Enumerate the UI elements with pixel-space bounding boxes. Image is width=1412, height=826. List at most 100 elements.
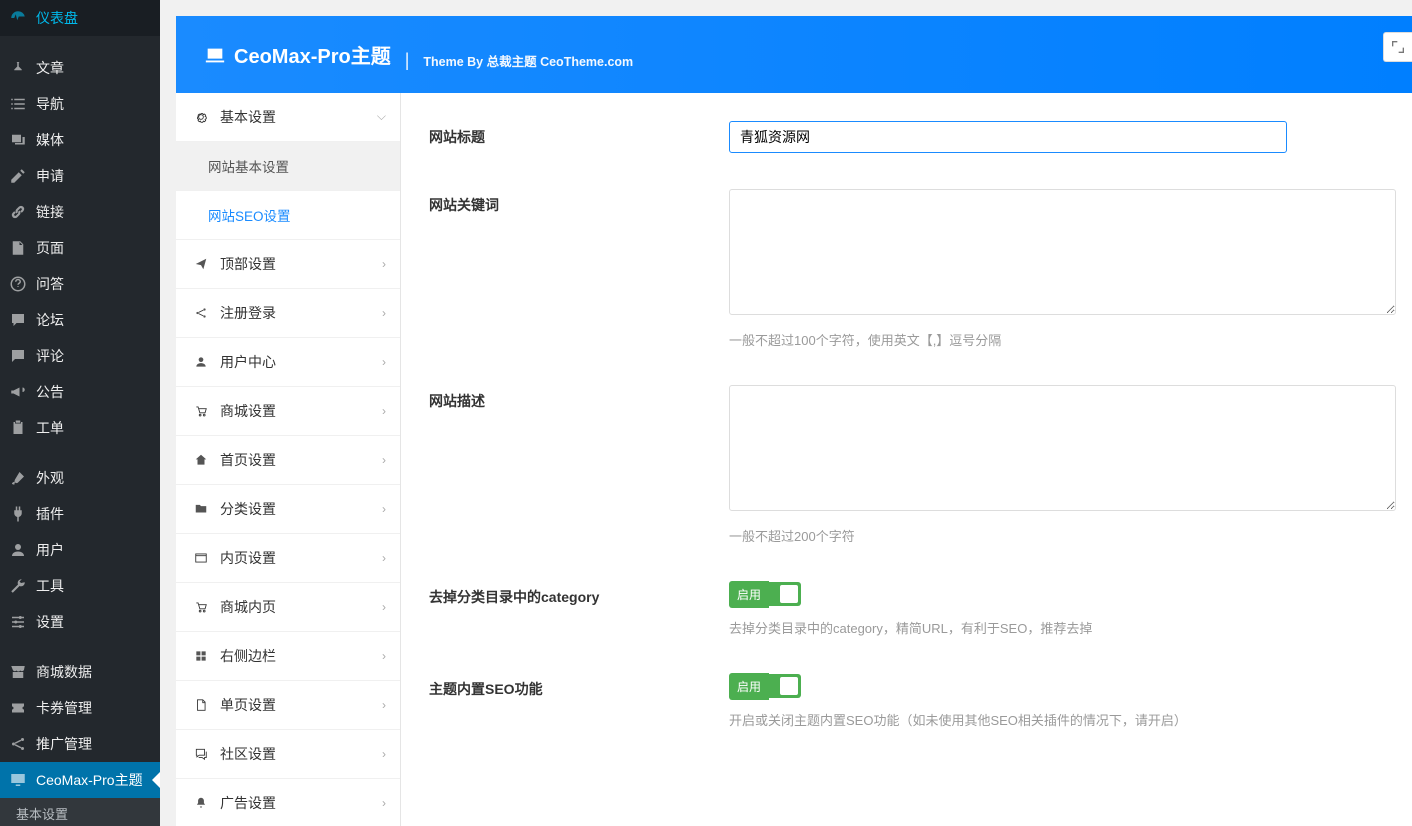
home-icon — [194, 453, 210, 467]
pnav-label: 用户中心 — [220, 352, 276, 372]
label-builtin-seo: 主题内置SEO功能 — [429, 673, 729, 729]
toggle-switch — [769, 674, 801, 698]
pnav-label: 注册登录 — [220, 303, 276, 323]
chevron-right-icon: › — [382, 404, 386, 418]
wp-menu-ticket[interactable]: 卡券管理 — [0, 690, 160, 726]
pnav-item[interactable]: 单页设置› — [176, 681, 400, 730]
pnav-item[interactable]: 商城内页› — [176, 583, 400, 632]
wp-menu-label: 媒体 — [36, 130, 64, 150]
wp-submenu-item[interactable]: 基本设置 — [0, 798, 160, 826]
pnav-item[interactable]: 注册登录 › — [176, 289, 400, 338]
label-description: 网站描述 — [429, 385, 729, 545]
chevron-right-icon: › — [382, 796, 386, 810]
wp-menu-dashboard[interactable]: 仪表盘 — [0, 0, 160, 36]
wp-menu-label: 商城数据 — [36, 662, 92, 682]
wp-menu-media[interactable]: 媒体 — [0, 122, 160, 158]
wp-menu-brush[interactable]: 外观 — [0, 460, 160, 496]
chat-icon — [8, 310, 28, 330]
wrench-icon — [8, 576, 28, 596]
bullhorn-icon — [8, 382, 28, 402]
pnav-label: 商城内页 — [220, 597, 276, 617]
chevron-right-icon: › — [382, 747, 386, 761]
wp-menu-help[interactable]: 问答 — [0, 266, 160, 302]
wp-menu-user[interactable]: 用户 — [0, 532, 160, 568]
pnav-label: 首页设置 — [220, 450, 276, 470]
wp-menu-wrench[interactable]: 工具 — [0, 568, 160, 604]
wp-menu-page[interactable]: 页面 — [0, 230, 160, 266]
store-icon — [8, 662, 28, 682]
pnav-label: 商城设置 — [220, 401, 276, 421]
theme-title: CeoMax-Pro主题 — [204, 40, 391, 69]
chevron-right-icon: › — [382, 306, 386, 320]
pnav-item[interactable]: 商城设置 › — [176, 387, 400, 436]
wp-menu-label: 申请 — [36, 166, 64, 186]
wp-menu-list[interactable]: 导航 — [0, 86, 160, 122]
list-icon — [8, 94, 28, 114]
toggle-switch — [769, 582, 801, 606]
wp-menu-label: 推广管理 — [36, 734, 92, 754]
wp-menu-label: 工具 — [36, 576, 64, 596]
wp-menu-plug[interactable]: 插件 — [0, 496, 160, 532]
control-remove-category: 启用 去掉分类目录中的category，精简URL，有利于SEO，推荐去掉 — [729, 581, 1412, 637]
wp-menu-link[interactable]: 链接 — [0, 194, 160, 230]
share2-icon — [194, 306, 210, 320]
textarea-keywords[interactable] — [729, 189, 1396, 315]
chevron-right-icon: › — [382, 551, 386, 565]
user2-icon — [194, 355, 210, 369]
wp-menu-edit[interactable]: 申请 — [0, 158, 160, 194]
pnav-sub-item[interactable]: 网站SEO设置 — [176, 191, 400, 240]
chevron-right-icon: › — [382, 649, 386, 663]
label-site-title: 网站标题 — [429, 121, 729, 153]
wp-menu-label: 文章 — [36, 58, 64, 78]
toggle-builtin-seo[interactable]: 启用 — [729, 673, 801, 700]
field-remove-category: 去掉分类目录中的category 启用 去掉分类目录中的category，精简U… — [429, 581, 1412, 637]
expand-button[interactable] — [1383, 32, 1412, 62]
pnav-item[interactable]: 用户中心› — [176, 338, 400, 387]
label-keywords: 网站关键词 — [429, 189, 729, 349]
wp-menu-label: 外观 — [36, 468, 64, 488]
toggle-remove-category[interactable]: 启用 — [729, 581, 801, 608]
wp-admin-sidebar: 仪表盘文章导航媒体申请链接页面问答论坛评论公告工单外观插件用户工具设置商城数据卡… — [0, 0, 160, 826]
wp-menu-store[interactable]: 商城数据 — [0, 654, 160, 690]
wp-menu-monitor[interactable]: CeoMax-Pro主题 — [0, 762, 160, 798]
wp-menu-bullhorn[interactable]: 公告 — [0, 374, 160, 410]
gear-icon — [194, 110, 210, 124]
pnav-basic-settings[interactable]: 基本设置⌵ — [176, 93, 400, 142]
field-keywords: 网站关键词 一般不超过100个字符，使用英文【,】逗号分隔 — [429, 189, 1412, 349]
hint-description: 一般不超过200个字符 — [729, 526, 1396, 545]
theme-subtitle: Theme By 总裁主题 CeoTheme.com — [423, 51, 633, 70]
wp-menu-comment[interactable]: 评论 — [0, 338, 160, 374]
control-description: 一般不超过200个字符 — [729, 385, 1412, 545]
textarea-description[interactable] — [729, 385, 1396, 511]
page-icon — [8, 238, 28, 258]
pnav-item[interactable]: 首页设置› — [176, 436, 400, 485]
pnav-item[interactable]: 右侧边栏› — [176, 632, 400, 681]
wp-menu-chat[interactable]: 论坛 — [0, 302, 160, 338]
wp-menu-label: 公告 — [36, 382, 64, 402]
pnav-sub-item[interactable]: 网站基本设置 — [176, 142, 400, 191]
comment-icon — [8, 346, 28, 366]
wp-menu-pin[interactable]: 文章 — [0, 50, 160, 86]
field-builtin-seo: 主题内置SEO功能 启用 开启或关闭主题内置SEO功能（如未使用其他SEO相关插… — [429, 673, 1412, 729]
input-site-title[interactable] — [729, 121, 1287, 153]
cart-icon — [194, 404, 210, 418]
link-icon — [8, 202, 28, 222]
hint-keywords: 一般不超过100个字符，使用英文【,】逗号分隔 — [729, 330, 1396, 349]
wp-menu-label: 卡券管理 — [36, 698, 92, 718]
pnav-item[interactable]: 广告设置› — [176, 779, 400, 826]
bell-icon — [194, 796, 210, 810]
wp-menu-clipboard[interactable]: 工单 — [0, 410, 160, 446]
pnav-item[interactable]: 内页设置› — [176, 534, 400, 583]
hint-remove-category: 去掉分类目录中的category，精简URL，有利于SEO，推荐去掉 — [729, 618, 1396, 637]
toggle-label: 启用 — [729, 581, 769, 608]
settings-content: 基本设置⌵网站基本设置网站SEO设置顶部设置›注册登录›用户中心›商城设置›首页… — [176, 93, 1412, 826]
wp-menu-label: 设置 — [36, 612, 64, 632]
wp-menu-share[interactable]: 推广管理 — [0, 726, 160, 762]
pnav-item[interactable]: 顶部设置› — [176, 240, 400, 289]
pnav-item[interactable]: 分类设置› — [176, 485, 400, 534]
label-remove-category: 去掉分类目录中的category — [429, 581, 729, 637]
wp-menu-sliders[interactable]: 设置 — [0, 604, 160, 640]
folder-icon — [194, 502, 210, 516]
pnav-item[interactable]: 社区设置› — [176, 730, 400, 779]
user-icon — [8, 540, 28, 560]
